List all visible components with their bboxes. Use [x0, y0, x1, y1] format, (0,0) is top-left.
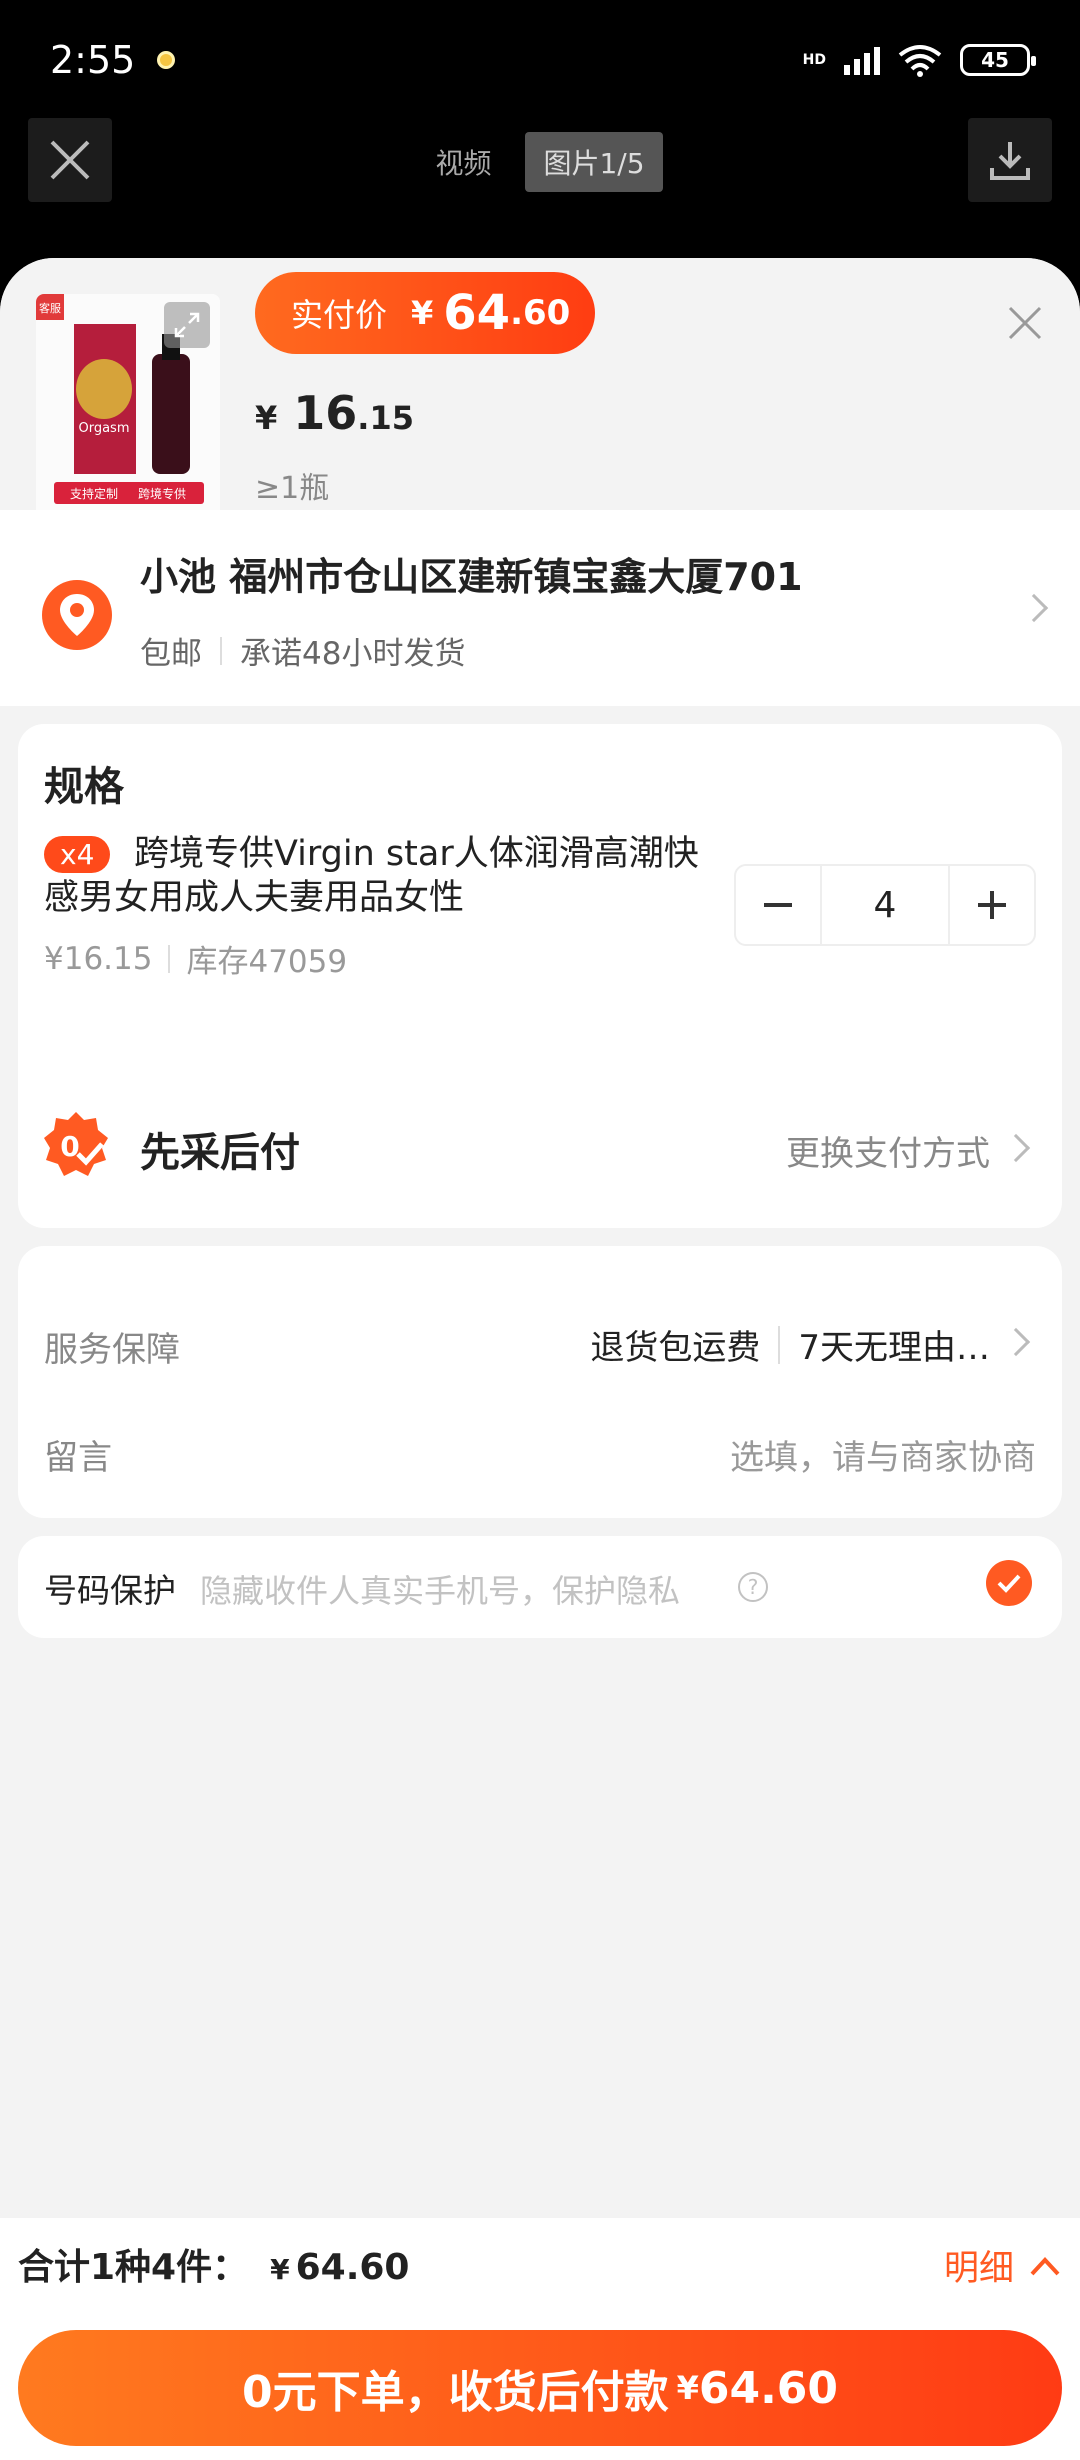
notification-dot-icon	[157, 51, 176, 69]
help-icon[interactable]: ?	[738, 1572, 768, 1602]
expand-icon	[174, 312, 200, 338]
chevron-up-icon	[1030, 2256, 1060, 2275]
place-order-button[interactable]: 0元下单，收货后付款 ¥ 64.60	[18, 2330, 1062, 2446]
place-order-currency: ¥	[676, 2369, 699, 2407]
increase-button[interactable]	[950, 866, 1034, 944]
download-button[interactable]	[968, 118, 1052, 202]
divider	[778, 1325, 781, 1364]
thumb-tag-crossborder: 跨境专供	[138, 486, 186, 501]
spec-product-name: 跨境专供Virgin star人体润滑高潮快感男女用成人夫妻用品女性	[44, 834, 699, 918]
download-icon	[990, 142, 1030, 180]
expand-image-button[interactable]	[164, 302, 210, 348]
service-item-7day: 7天无理由…	[798, 1328, 990, 1368]
quantity-stepper: 4	[734, 864, 1036, 946]
minimum-quantity: ≥1瓶	[255, 471, 330, 506]
unit-price: ¥ 16.15	[255, 386, 414, 440]
privacy-card: 号码保护 隐藏收件人真实手机号，保护隐私 ?	[18, 1536, 1062, 1638]
paid-price-currency: ¥	[411, 294, 434, 332]
close-sheet-button[interactable]	[1000, 298, 1050, 348]
spec-title: 规格	[44, 764, 124, 810]
shipping-info: 包邮 承诺48小时发货	[140, 628, 465, 673]
media-tabs: 视频 图片1/5	[0, 132, 1080, 192]
decrease-button[interactable]	[736, 866, 820, 944]
divider	[220, 636, 222, 665]
battery-level: 45	[981, 48, 1009, 72]
unit-price-integer: 16	[293, 386, 358, 440]
paid-price-integer: 64	[443, 285, 511, 341]
location-pin-icon	[42, 580, 112, 650]
paid-price-label: 实付价	[291, 296, 388, 334]
spec-stock: 库存47059	[186, 944, 348, 980]
quantity-value[interactable]: 4	[820, 866, 950, 944]
spec-price: ¥16.15	[44, 940, 153, 977]
network-type: HD	[802, 52, 826, 68]
minus-icon	[764, 903, 792, 907]
payment-method-card[interactable]: 0 先采后付 更换支付方式	[18, 1068, 1062, 1228]
paid-price-decimal: .60	[510, 293, 571, 333]
service-card: 服务保障 退货包运费 7天无理由… 留言 选填，请与商家协商	[18, 1246, 1062, 1518]
divider	[168, 944, 171, 973]
status-icons: HD 45	[802, 43, 1036, 77]
tab-video[interactable]: 视频	[417, 132, 509, 192]
product-header: 客服 Orgasm 支持定制 跨境专供 实付价 ¥ 64.60 ¥ 16.15	[0, 258, 1080, 516]
privacy-checkbox[interactable]	[986, 1560, 1032, 1606]
order-footer: 合计1种4件： ¥ 64.60 明细 0元下单，收货后付款 ¥ 64.60	[0, 2218, 1080, 2460]
free-shipping: 包邮	[140, 636, 202, 672]
chevron-right-icon	[1001, 1133, 1031, 1163]
thumb-tag-custom: 支持定制	[70, 486, 118, 501]
order-total: 合计1种4件： ¥ 64.60	[18, 2238, 409, 2290]
close-icon	[1008, 306, 1042, 340]
pay-later-icon: 0	[44, 1112, 108, 1176]
svg-text:0: 0	[60, 1130, 79, 1163]
tab-images[interactable]: 图片1/5	[525, 132, 663, 192]
check-icon	[997, 1574, 1021, 1593]
detail-label: 明细	[943, 2249, 1014, 2289]
chevron-right-icon	[1019, 593, 1049, 623]
status-bar: 2:55 HD 45	[0, 0, 1080, 120]
unit-price-decimal: .15	[357, 399, 414, 437]
plus-icon	[978, 891, 1006, 919]
paid-price-pill: 实付价 ¥ 64.60	[255, 272, 595, 354]
spec-quantity-badge: x4	[44, 836, 111, 873]
battery-icon: 45	[960, 44, 1036, 76]
detail-toggle[interactable]: 明细	[944, 2240, 1062, 2291]
place-order-amount: 64.60	[698, 2362, 839, 2414]
change-payment-link[interactable]: 更换支付方式	[786, 1126, 990, 1175]
message-input[interactable]: 选填，请与商家协商	[730, 1430, 1036, 1479]
total-label: 合计1种4件：	[18, 2247, 249, 2288]
privacy-hint: 隐藏收件人真实手机号，保护隐私	[200, 1572, 681, 1610]
service-guarantee-items[interactable]: 退货包运费 7天无理由…	[590, 1320, 990, 1369]
payment-method-label: 先采后付	[140, 1130, 300, 1176]
message-label: 留言	[44, 1438, 112, 1478]
thumb-badge: 客服	[39, 301, 61, 315]
total-amount: 64.60	[295, 2247, 410, 2288]
service-item-return-shipping: 退货包运费	[590, 1328, 761, 1368]
privacy-label: 号码保护	[44, 1571, 176, 1610]
signal-icon	[844, 45, 880, 75]
unit-price-currency: ¥	[255, 399, 278, 437]
chevron-right-icon	[1001, 1327, 1031, 1357]
media-nav: 视频 图片1/5	[0, 118, 1080, 204]
total-currency: ¥	[270, 2253, 290, 2286]
address-line: 小池 福州市仓山区建新镇宝鑫大厦701	[140, 555, 803, 599]
delivery-promise: 承诺48小时发货	[240, 636, 466, 672]
order-sheet: 客服 Orgasm 支持定制 跨境专供 实付价 ¥ 64.60 ¥ 16.15	[0, 258, 1080, 2460]
place-order-label: 0元下单，收货后付款	[241, 2367, 669, 2418]
spec-meta: ¥16.15 库存47059	[44, 936, 347, 981]
thumb-product-name: Orgasm	[78, 421, 129, 436]
service-guarantee-label: 服务保障	[44, 1330, 180, 1370]
shipping-address[interactable]: 小池 福州市仓山区建新镇宝鑫大厦701 包邮 承诺48小时发货	[0, 510, 1080, 706]
status-time: 2:55	[50, 38, 136, 82]
wifi-icon	[898, 45, 942, 77]
